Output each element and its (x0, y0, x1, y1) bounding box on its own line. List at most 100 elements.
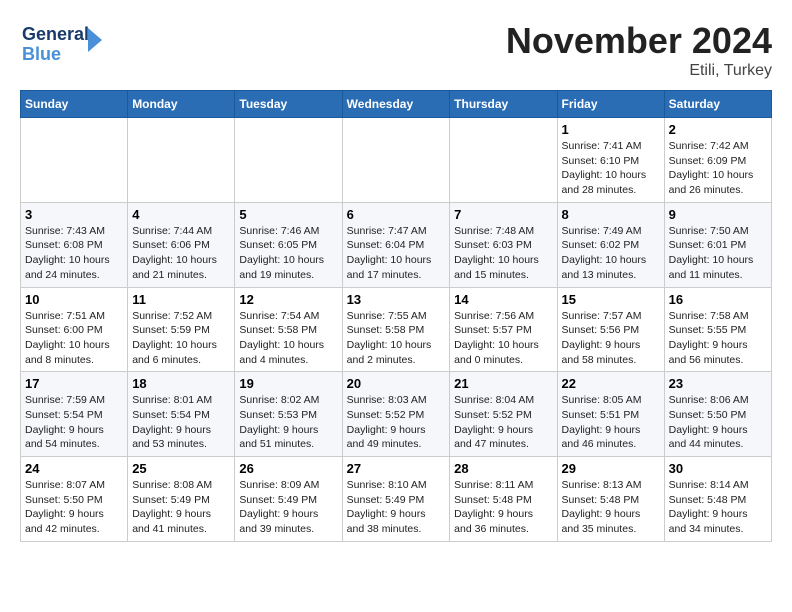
header-day-monday: Monday (128, 91, 235, 118)
day-number: 10 (25, 292, 123, 307)
day-info: Sunrise: 7:43 AMSunset: 6:08 PMDaylight:… (25, 224, 123, 283)
header-day-sunday: Sunday (21, 91, 128, 118)
day-number: 26 (239, 461, 337, 476)
header-day-wednesday: Wednesday (342, 91, 450, 118)
calendar-cell: 1 Sunrise: 7:41 AMSunset: 6:10 PMDaylight… (557, 118, 664, 203)
day-info: Sunrise: 7:51 AMSunset: 6:00 PMDaylight:… (25, 309, 123, 368)
location-subtitle: Etili, Turkey (506, 62, 772, 80)
calendar-cell: 17Sunrise: 7:59 AMSunset: 5:54 PMDayligh… (21, 372, 128, 457)
calendar-cell: 3 Sunrise: 7:43 AMSunset: 6:08 PMDaylight… (21, 202, 128, 287)
day-info: Sunrise: 8:02 AMSunset: 5:53 PMDaylight:… (239, 393, 337, 452)
logo: GeneralBlue (20, 20, 110, 65)
header-day-saturday: Saturday (664, 91, 771, 118)
calendar-cell: 15 Sunrise: 7:57 AMSunset: 5:56 PMDayligh… (557, 287, 664, 372)
day-info: Sunrise: 7:41 AMSunset: 6:10 PMDaylight:… (562, 139, 660, 198)
calendar-cell: 21 Sunrise: 8:04 AMSunset: 5:52 PMDayligh… (450, 372, 557, 457)
day-info: Sunrise: 8:01 AMSunset: 5:54 PMDaylight:… (132, 393, 230, 452)
calendar-cell: 19 Sunrise: 8:02 AMSunset: 5:53 PMDayligh… (235, 372, 342, 457)
day-info: Sunrise: 7:52 AMSunset: 5:59 PMDaylight:… (132, 309, 230, 368)
day-info: Sunrise: 7:58 AMSunset: 5:55 PMDaylight:… (669, 309, 767, 368)
day-number: 1 (562, 122, 660, 137)
calendar-cell: 7Sunrise: 7:48 AMSunset: 6:03 PMDaylight… (450, 202, 557, 287)
calendar-cell: 13 Sunrise: 7:55 AMSunset: 5:58 PMDayligh… (342, 287, 450, 372)
day-info: Sunrise: 8:10 AMSunset: 5:49 PMDaylight:… (347, 478, 446, 537)
title-area: November 2024 Etili, Turkey (506, 20, 772, 80)
day-info: Sunrise: 7:54 AMSunset: 5:58 PMDaylight:… (239, 309, 337, 368)
svg-text:General: General (22, 24, 89, 44)
header-day-thursday: Thursday (450, 91, 557, 118)
day-info: Sunrise: 7:55 AMSunset: 5:58 PMDaylight:… (347, 309, 446, 368)
calendar-cell: 18Sunrise: 8:01 AMSunset: 5:54 PMDayligh… (128, 372, 235, 457)
day-info: Sunrise: 8:07 AMSunset: 5:50 PMDaylight:… (25, 478, 123, 537)
calendar-cell: 25Sunrise: 8:08 AMSunset: 5:49 PMDayligh… (128, 457, 235, 542)
logo-svg: GeneralBlue (20, 20, 110, 65)
day-info: Sunrise: 7:57 AMSunset: 5:56 PMDaylight:… (562, 309, 660, 368)
day-info: Sunrise: 7:42 AMSunset: 6:09 PMDaylight:… (669, 139, 767, 198)
calendar-week-5: 24Sunrise: 8:07 AMSunset: 5:50 PMDayligh… (21, 457, 772, 542)
day-number: 3 (25, 207, 123, 222)
calendar-cell (235, 118, 342, 203)
calendar-cell (128, 118, 235, 203)
calendar-week-2: 3 Sunrise: 7:43 AMSunset: 6:08 PMDaylight… (21, 202, 772, 287)
calendar-cell: 24Sunrise: 8:07 AMSunset: 5:50 PMDayligh… (21, 457, 128, 542)
calendar-cell: 29Sunrise: 8:13 AMSunset: 5:48 PMDayligh… (557, 457, 664, 542)
day-info: Sunrise: 8:04 AMSunset: 5:52 PMDaylight:… (454, 393, 552, 452)
day-number: 27 (347, 461, 446, 476)
calendar-cell: 9 Sunrise: 7:50 AMSunset: 6:01 PMDaylight… (664, 202, 771, 287)
day-number: 11 (132, 292, 230, 307)
calendar-cell: 12 Sunrise: 7:54 AMSunset: 5:58 PMDayligh… (235, 287, 342, 372)
calendar-cell: 20 Sunrise: 8:03 AMSunset: 5:52 PMDayligh… (342, 372, 450, 457)
page-header: GeneralBlue November 2024 Etili, Turkey (20, 20, 772, 80)
day-number: 25 (132, 461, 230, 476)
day-info: Sunrise: 7:48 AMSunset: 6:03 PMDaylight:… (454, 224, 552, 283)
day-info: Sunrise: 8:05 AMSunset: 5:51 PMDaylight:… (562, 393, 660, 452)
calendar-cell: 8 Sunrise: 7:49 AMSunset: 6:02 PMDaylight… (557, 202, 664, 287)
calendar-week-4: 17Sunrise: 7:59 AMSunset: 5:54 PMDayligh… (21, 372, 772, 457)
day-info: Sunrise: 8:14 AMSunset: 5:48 PMDaylight:… (669, 478, 767, 537)
day-info: Sunrise: 7:44 AMSunset: 6:06 PMDaylight:… (132, 224, 230, 283)
day-info: Sunrise: 8:06 AMSunset: 5:50 PMDaylight:… (669, 393, 767, 452)
month-title: November 2024 (506, 20, 772, 62)
calendar-cell (21, 118, 128, 203)
calendar-header-row: SundayMondayTuesdayWednesdayThursdayFrid… (21, 91, 772, 118)
day-number: 21 (454, 376, 552, 391)
svg-text:Blue: Blue (22, 44, 61, 64)
calendar-cell: 11 Sunrise: 7:52 AMSunset: 5:59 PMDayligh… (128, 287, 235, 372)
day-number: 30 (669, 461, 767, 476)
calendar-cell: 22Sunrise: 8:05 AMSunset: 5:51 PMDayligh… (557, 372, 664, 457)
day-info: Sunrise: 8:13 AMSunset: 5:48 PMDaylight:… (562, 478, 660, 537)
day-number: 13 (347, 292, 446, 307)
calendar-cell: 27 Sunrise: 8:10 AMSunset: 5:49 PMDayligh… (342, 457, 450, 542)
calendar-cell (342, 118, 450, 203)
day-number: 28 (454, 461, 552, 476)
day-number: 8 (562, 207, 660, 222)
calendar-cell: 2 Sunrise: 7:42 AMSunset: 6:09 PMDaylight… (664, 118, 771, 203)
day-info: Sunrise: 7:49 AMSunset: 6:02 PMDaylight:… (562, 224, 660, 283)
calendar-cell: 16 Sunrise: 7:58 AMSunset: 5:55 PMDayligh… (664, 287, 771, 372)
calendar-cell: 26 Sunrise: 8:09 AMSunset: 5:49 PMDayligh… (235, 457, 342, 542)
day-number: 2 (669, 122, 767, 137)
day-info: Sunrise: 7:47 AMSunset: 6:04 PMDaylight:… (347, 224, 446, 283)
day-number: 15 (562, 292, 660, 307)
header-day-tuesday: Tuesday (235, 91, 342, 118)
day-info: Sunrise: 8:09 AMSunset: 5:49 PMDaylight:… (239, 478, 337, 537)
calendar-cell: 4Sunrise: 7:44 AMSunset: 6:06 PMDaylight… (128, 202, 235, 287)
calendar-cell: 14Sunrise: 7:56 AMSunset: 5:57 PMDayligh… (450, 287, 557, 372)
day-number: 5 (239, 207, 337, 222)
day-info: Sunrise: 7:50 AMSunset: 6:01 PMDaylight:… (669, 224, 767, 283)
calendar-cell: 5 Sunrise: 7:46 AMSunset: 6:05 PMDaylight… (235, 202, 342, 287)
day-number: 14 (454, 292, 552, 307)
day-number: 9 (669, 207, 767, 222)
calendar-cell: 23 Sunrise: 8:06 AMSunset: 5:50 PMDayligh… (664, 372, 771, 457)
calendar-cell (450, 118, 557, 203)
day-number: 12 (239, 292, 337, 307)
day-number: 19 (239, 376, 337, 391)
day-number: 23 (669, 376, 767, 391)
day-number: 6 (347, 207, 446, 222)
calendar-week-3: 10 Sunrise: 7:51 AMSunset: 6:00 PMDayligh… (21, 287, 772, 372)
day-number: 20 (347, 376, 446, 391)
day-info: Sunrise: 8:03 AMSunset: 5:52 PMDaylight:… (347, 393, 446, 452)
day-info: Sunrise: 7:59 AMSunset: 5:54 PMDaylight:… (25, 393, 123, 452)
day-number: 16 (669, 292, 767, 307)
day-info: Sunrise: 7:46 AMSunset: 6:05 PMDaylight:… (239, 224, 337, 283)
